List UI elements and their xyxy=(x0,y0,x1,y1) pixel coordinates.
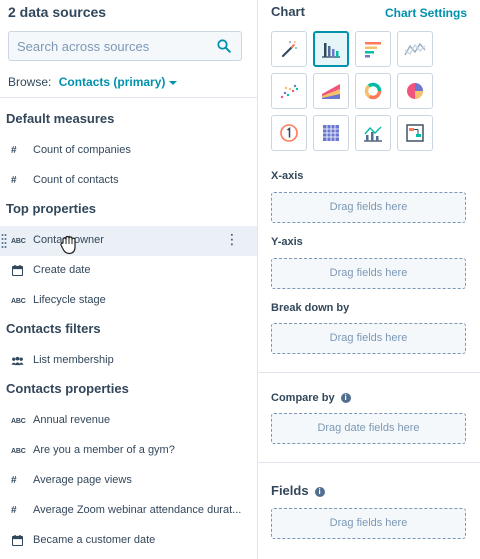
field-label: Average Zoom webinar attendance durat... xyxy=(33,504,242,516)
chart-type-vertical-bar[interactable] xyxy=(313,31,349,67)
chart-type-pivot-table[interactable] xyxy=(313,115,349,151)
field-label: Count of companies xyxy=(33,144,131,156)
x-axis-dropzone[interactable]: Drag fields here xyxy=(271,192,466,223)
chart-settings-link[interactable]: Chart Settings xyxy=(385,6,467,20)
data-sources-title: 2 data sources xyxy=(8,4,107,20)
text-property-icon: ABC xyxy=(11,448,26,455)
y-axis-label: Y-axis xyxy=(271,236,303,248)
field-item-list-membership[interactable]: List membership xyxy=(0,346,257,376)
field-label: Create date xyxy=(33,264,91,276)
number-icon: # xyxy=(11,175,17,186)
chart-title: Chart xyxy=(271,4,305,19)
browse-label: Browse: xyxy=(8,75,52,89)
chart-type-line[interactable] xyxy=(397,31,433,67)
field-item-average-zoom-webinar[interactable]: # Average Zoom webinar attendance durat.… xyxy=(0,496,257,526)
field-item-gym-member[interactable]: ABC Are you a member of a gym? xyxy=(0,436,257,466)
donut-chart-icon xyxy=(364,82,382,100)
chart-type-horizontal-bar[interactable] xyxy=(355,31,391,67)
divider xyxy=(258,372,480,373)
summary-number-icon xyxy=(280,124,298,142)
field-item-contact-owner[interactable]: ABC Contact owner ⋮ xyxy=(0,226,257,256)
caret-down-icon xyxy=(169,80,178,85)
info-icon[interactable]: i xyxy=(340,393,351,403)
info-icon[interactable]: i xyxy=(314,487,325,497)
number-icon: # xyxy=(11,475,17,486)
search-input[interactable] xyxy=(17,32,212,60)
field-item-count-of-contacts[interactable]: # Count of contacts xyxy=(0,166,257,196)
compare-by-label: Compare by xyxy=(271,392,335,404)
field-item-count-of-companies[interactable]: # Count of companies xyxy=(0,136,257,166)
field-item-lifecycle-stage[interactable]: ABC Lifecycle stage xyxy=(0,286,257,316)
data-sources-panel: 2 data sources Browse: Contacts (primary… xyxy=(0,0,257,559)
field-item-average-page-views[interactable]: # Average page views xyxy=(0,466,257,496)
breakdown-dropzone[interactable]: Drag fields here xyxy=(271,323,466,354)
search-box xyxy=(8,31,242,61)
vertical-bar-chart-icon xyxy=(322,43,340,58)
compare-by-row: Compare by i xyxy=(271,392,351,404)
browse-row: Browse: Contacts (primary) xyxy=(8,75,178,89)
section-title-contacts-filters: Contacts filters xyxy=(6,321,101,336)
chart-type-scatter[interactable] xyxy=(271,73,307,109)
chart-config-panel: Chart Chart Settings X-axis Drag fields … xyxy=(258,0,480,559)
breakdown-label: Break down by xyxy=(271,302,350,314)
more-options-icon[interactable]: ⋮ xyxy=(225,232,239,246)
drag-handle-icon[interactable] xyxy=(1,233,7,249)
line-chart-icon xyxy=(404,42,426,56)
number-icon: # xyxy=(11,145,17,156)
divider xyxy=(0,97,257,98)
horizontal-bar-chart-icon xyxy=(365,42,381,58)
area-chart-icon xyxy=(322,84,340,99)
number-icon: # xyxy=(11,505,17,516)
field-item-became-customer-date[interactable]: Became a customer date xyxy=(0,526,257,556)
field-label: List membership xyxy=(33,354,114,366)
fields-label: Fields xyxy=(271,483,309,498)
calendar-icon xyxy=(12,535,23,546)
browse-dropdown[interactable]: Contacts (primary) xyxy=(59,75,178,89)
scatter-chart-icon xyxy=(280,84,299,99)
field-item-annual-revenue[interactable]: ABC Annual revenue xyxy=(0,406,257,436)
fields-row: Fields i xyxy=(271,483,325,498)
y-axis-dropzone[interactable]: Drag fields here xyxy=(271,258,466,289)
grab-cursor-icon xyxy=(60,235,76,255)
chart-type-area[interactable] xyxy=(313,73,349,109)
search-icon[interactable] xyxy=(217,39,231,53)
field-label: Are you a member of a gym? xyxy=(33,444,175,456)
field-label: Became a customer date xyxy=(33,534,156,546)
combination-chart-icon xyxy=(364,126,382,142)
chart-type-funnel-table[interactable] xyxy=(397,115,433,151)
compare-by-dropzone[interactable]: Drag date fields here xyxy=(271,413,466,444)
pivot-table-icon xyxy=(323,125,339,141)
calendar-icon xyxy=(12,265,23,276)
field-label: Annual revenue xyxy=(33,414,111,426)
section-title-contacts-properties: Contacts properties xyxy=(6,381,129,396)
chart-type-donut[interactable] xyxy=(355,73,391,109)
section-title-default-measures: Default measures xyxy=(6,111,115,126)
divider xyxy=(258,462,480,463)
fields-dropzone[interactable]: Drag fields here xyxy=(271,508,466,539)
field-label: Average page views xyxy=(33,474,132,486)
chart-type-magic[interactable] xyxy=(271,31,307,67)
funnel-table-icon xyxy=(406,124,424,142)
chart-type-summary[interactable] xyxy=(271,115,307,151)
group-icon xyxy=(11,356,24,366)
magic-wand-icon xyxy=(282,41,297,57)
chart-type-pie[interactable] xyxy=(397,73,433,109)
text-property-icon: ABC xyxy=(11,238,26,245)
section-title-top-properties: Top properties xyxy=(6,201,97,216)
text-property-icon: ABC xyxy=(11,298,26,305)
field-item-create-date[interactable]: Create date xyxy=(0,256,257,286)
field-label: Lifecycle stage xyxy=(33,294,106,306)
text-property-icon: ABC xyxy=(11,418,26,425)
pie-chart-icon xyxy=(407,83,423,99)
x-axis-label: X-axis xyxy=(271,170,304,182)
chart-type-combination[interactable] xyxy=(355,115,391,151)
field-label: Count of contacts xyxy=(33,174,119,186)
browse-value: Contacts (primary) xyxy=(58,75,166,89)
